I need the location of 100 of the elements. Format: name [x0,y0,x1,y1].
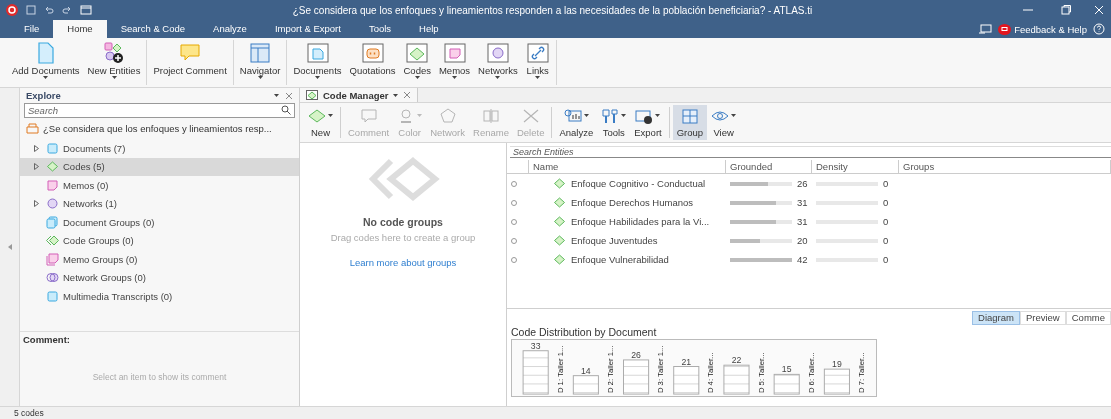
view-tab[interactable]: Diagram [972,311,1020,325]
menu-tab[interactable]: Search & Code [106,20,200,38]
tree-item[interactable]: Documents (7) [20,139,299,158]
column-header[interactable]: Groups [899,160,1111,174]
ribbon-button[interactable]: New Entities [85,40,143,85]
window-network-icon [485,41,510,65]
export-icon [635,107,654,124]
diamond-icon [553,253,566,266]
caret-icon [43,76,49,79]
code-name: Enfoque Derechos Humanos [571,197,693,208]
caret-icon [731,114,737,117]
memo-icon [46,178,59,192]
tree-item[interactable]: Network Groups (0) [20,268,299,287]
caret-icon [583,114,589,117]
expand-arrow-icon[interactable] [34,200,39,208]
network-icon [46,197,59,211]
tree-item[interactable]: Networks (1) [20,194,299,213]
code-name: Enfoque Juventudes [571,235,658,246]
close-icon[interactable] [403,91,412,99]
circle-icon [511,199,517,206]
panel-layout-icon [248,41,273,65]
category-label: D 6: Taller... [806,352,816,394]
value-label: 33 [530,340,541,351]
ribbon-button[interactable]: Codes [401,40,433,85]
caret-icon [274,94,279,97]
collapse-arrow-icon[interactable] [7,244,12,250]
tree-item[interactable]: Multimedia Transcripts (0) [20,287,299,306]
screen-icon[interactable] [978,23,993,35]
menu-tab[interactable]: Tools [354,20,406,38]
caret-icon [111,76,117,79]
redo-icon[interactable] [62,5,72,15]
tools-icon [601,107,620,124]
network-group-icon [46,271,59,285]
save-icon[interactable] [26,5,36,15]
density-count: 0 [883,254,889,265]
bar [522,350,549,395]
category-label: D 4: Taller... [706,352,716,394]
ribbon-button[interactable]: Add Documents [10,40,82,85]
ribbon-button[interactable]: Links [523,40,552,85]
window-link-icon [525,41,550,65]
ribbon-button[interactable]: Documents [291,40,344,85]
density-count: 0 [883,197,889,208]
menu-tab[interactable]: File [10,20,54,38]
column-header[interactable]: Density [812,160,899,174]
diamond-icon [553,177,566,190]
tree-item[interactable]: Memo Groups (0) [20,250,299,269]
toolbar-button[interactable]: Tools [597,105,631,140]
tree-item[interactable]: Code Groups (0) [20,231,299,250]
chart-search-icon [563,107,582,124]
column-header[interactable]: Grounded [726,160,812,174]
grounded-count: 31 [797,216,808,227]
menu-tab[interactable]: Home [53,20,107,38]
network-icon [438,107,457,124]
tree-item[interactable]: Document Groups (0) [20,213,299,232]
expand-arrow-icon[interactable] [34,163,39,171]
search-entities-field[interactable]: Search Entities [510,146,1111,158]
ribbon-button[interactable]: Memos [436,40,473,85]
learn-more-link[interactable]: Learn more about groups [349,257,457,268]
toolbar-button[interactable]: Group [672,105,708,140]
bar [773,373,800,395]
ribbon-button[interactable]: Quotations [347,40,398,85]
view-tab[interactable]: Preview [1019,311,1066,325]
window-icon[interactable] [80,5,92,15]
toolbar-button[interactable]: New [304,105,337,140]
grounded-count: 31 [797,197,808,208]
tree-item[interactable]: Codes (5) [20,157,299,176]
diamond-icon [46,160,59,174]
help-icon[interactable] [1093,23,1105,35]
bar [823,368,850,395]
code-manager-tab[interactable]: Code Manager [300,88,419,102]
code-name: Enfoque Habilidades para la Vi... [571,216,710,227]
menu-tab[interactable]: Analyze [199,20,261,38]
grounded-count: 20 [797,235,808,246]
category-label: D 7: Taller... [856,352,866,394]
panel-grid-icon [680,107,699,124]
chart-title: Code Distribution by Document [511,326,658,338]
menu-tab[interactable]: Import & Export [260,20,355,38]
view-tab[interactable]: Comme [1065,311,1111,325]
close-icon[interactable] [285,91,293,100]
grounded-count: 26 [797,178,808,189]
menu-tab[interactable]: Help [405,20,453,38]
expand-arrow-icon[interactable] [34,144,39,152]
ribbon-button[interactable]: Project Comment [151,40,229,85]
search-field[interactable]: Search [24,103,295,118]
toolbar-button[interactable]: Export [630,105,666,140]
circle-icon [511,180,517,187]
empty-title: No code groups [363,216,443,228]
toolbar-button[interactable]: Analyze [555,105,598,140]
tree-item[interactable]: Memos (0) [20,176,299,195]
toolbar-button[interactable]: View [707,105,741,140]
ribbon-button[interactable]: Networks [476,40,520,85]
rename-icon [482,107,500,124]
feedback-help-link[interactable]: Feedback & Help [998,23,1087,35]
diamond-icon [553,215,566,228]
ribbon-button[interactable]: Navigator [237,40,283,85]
bar [673,366,700,395]
density-count: 0 [883,216,889,227]
undo-icon[interactable] [44,5,54,15]
category-label: D 1: Taller 1... [555,345,565,394]
column-header[interactable]: Name [529,160,726,174]
